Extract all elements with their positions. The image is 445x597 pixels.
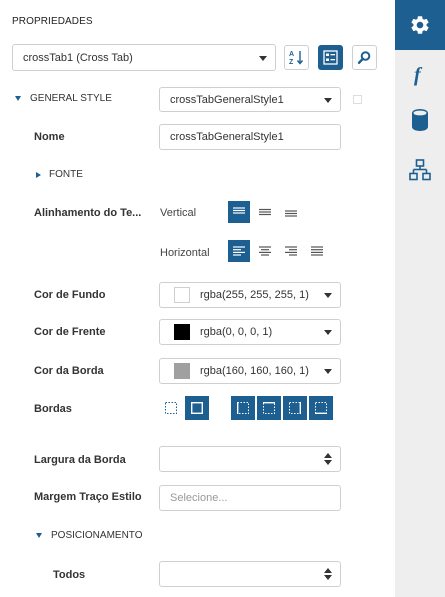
general-style-checkbox[interactable] [353,95,362,104]
border-right-button[interactable] [283,396,307,420]
caret-down-icon [36,533,42,538]
color-swatch [174,363,190,379]
general-style-select[interactable]: crossTabGeneralStyle1 [159,87,341,112]
properties-panel: PROPRIEDADES crossTab1 (Cross Tab) A Z G… [0,0,395,597]
cor-fundo-select[interactable]: rgba(255, 255, 255, 1) [159,282,341,308]
cor-borda-value: rgba(160, 160, 160, 1) [200,365,309,377]
align-right-icon [285,246,297,256]
nome-input-value: crossTabGeneralStyle1 [170,131,284,143]
sort-az-icon: A Z [289,51,304,66]
border-top-icon [263,402,275,414]
largura-borda-label: Largura da Borda [34,454,126,466]
rail-properties-tab[interactable] [395,0,445,50]
cor-frente-value: rgba(0, 0, 0, 1) [200,326,273,338]
cor-frente-label: Cor de Frente [34,326,106,338]
align-bottom-button[interactable] [280,201,302,223]
chevron-down-icon [324,369,332,374]
color-swatch [174,324,190,340]
spin-up-icon[interactable] [324,568,332,573]
categorized-view-button[interactable] [318,45,343,70]
todos-input[interactable] [159,561,341,587]
bordas-label: Bordas [34,403,72,415]
general-style-section[interactable]: GENERAL STYLE [15,93,112,104]
rail-hierarchy-tab[interactable] [395,145,445,195]
chevron-down-icon [324,293,332,298]
svg-text:Z: Z [289,59,294,66]
svg-text:f: f [414,64,423,86]
general-style-select-value: crossTabGeneralStyle1 [170,93,284,106]
function-icon: f [414,64,423,86]
cor-borda-label: Cor da Borda [34,365,104,377]
gear-icon [411,16,429,34]
largura-borda-input[interactable] [159,446,341,472]
align-justify-icon [311,246,323,256]
border-bottom-button[interactable] [309,396,333,420]
component-select-value: crossTab1 (Cross Tab) [23,51,133,64]
database-icon [412,109,428,131]
chevron-down-icon [324,330,332,335]
cor-fundo-label: Cor de Fundo [34,289,106,301]
alinhamento-label: Alinhamento do Te... [34,207,142,219]
align-bottom-icon [285,210,297,217]
categorized-view-icon [323,50,338,65]
border-all-button[interactable] [185,396,209,420]
align-center-icon [259,246,271,256]
search-icon [357,51,371,65]
border-left-icon [237,402,249,414]
sort-alphabetical-button[interactable]: A Z [284,45,309,70]
align-top-button[interactable] [228,201,250,223]
align-left-icon [233,246,245,256]
chevron-down-icon [259,55,267,61]
border-all-icon [191,402,203,414]
vertical-label: Vertical [160,207,197,219]
fonte-section[interactable]: FONTE [36,169,83,180]
nome-label: Nome [34,131,65,143]
rail-database-tab[interactable] [395,95,445,145]
component-select[interactable]: crossTab1 (Cross Tab) [12,44,276,71]
spin-up-icon[interactable] [324,453,332,458]
border-bottom-icon [315,402,327,414]
align-middle-button[interactable] [254,201,276,223]
panel-title: PROPRIEDADES [12,16,93,27]
border-left-button[interactable] [231,396,255,420]
align-justify-button[interactable] [306,240,328,262]
align-middle-icon [259,208,271,216]
fonte-label: FONTE [49,169,83,180]
align-right-button[interactable] [280,240,302,262]
search-button[interactable] [352,45,377,70]
caret-down-icon [15,96,21,101]
hierarchy-icon [409,159,431,181]
align-center-button[interactable] [254,240,276,262]
rail-functions-tab[interactable]: f [395,50,445,100]
general-style-label: GENERAL STYLE [30,93,112,104]
border-right-icon [289,402,301,414]
posicionamento-section[interactable]: POSICIONAMENTO [36,530,143,541]
border-none-icon [165,402,177,414]
color-swatch [174,287,190,303]
caret-right-icon [36,171,41,178]
cor-borda-select[interactable]: rgba(160, 160, 160, 1) [159,358,341,384]
todos-label: Todos [53,569,86,581]
border-top-button[interactable] [257,396,281,420]
cor-frente-select[interactable]: rgba(0, 0, 0, 1) [159,319,341,345]
margem-traco-select[interactable]: Selecione... [159,485,341,511]
margem-traco-placeholder: Selecione... [170,492,228,504]
side-rail: f [395,0,445,597]
cor-fundo-value: rgba(255, 255, 255, 1) [200,289,309,301]
margem-traco-label: Margem Traço Estilo [34,491,142,503]
align-top-icon [233,207,245,214]
nome-input[interactable]: crossTabGeneralStyle1 [159,124,341,150]
border-none-button[interactable] [160,397,182,419]
chevron-down-icon [324,97,332,103]
spin-down-icon[interactable] [324,575,332,580]
horizontal-label: Horizontal [160,247,210,259]
posicionamento-label: POSICIONAMENTO [51,530,143,541]
svg-text:A: A [289,51,294,58]
spin-down-icon[interactable] [324,460,332,465]
align-left-button[interactable] [228,240,250,262]
